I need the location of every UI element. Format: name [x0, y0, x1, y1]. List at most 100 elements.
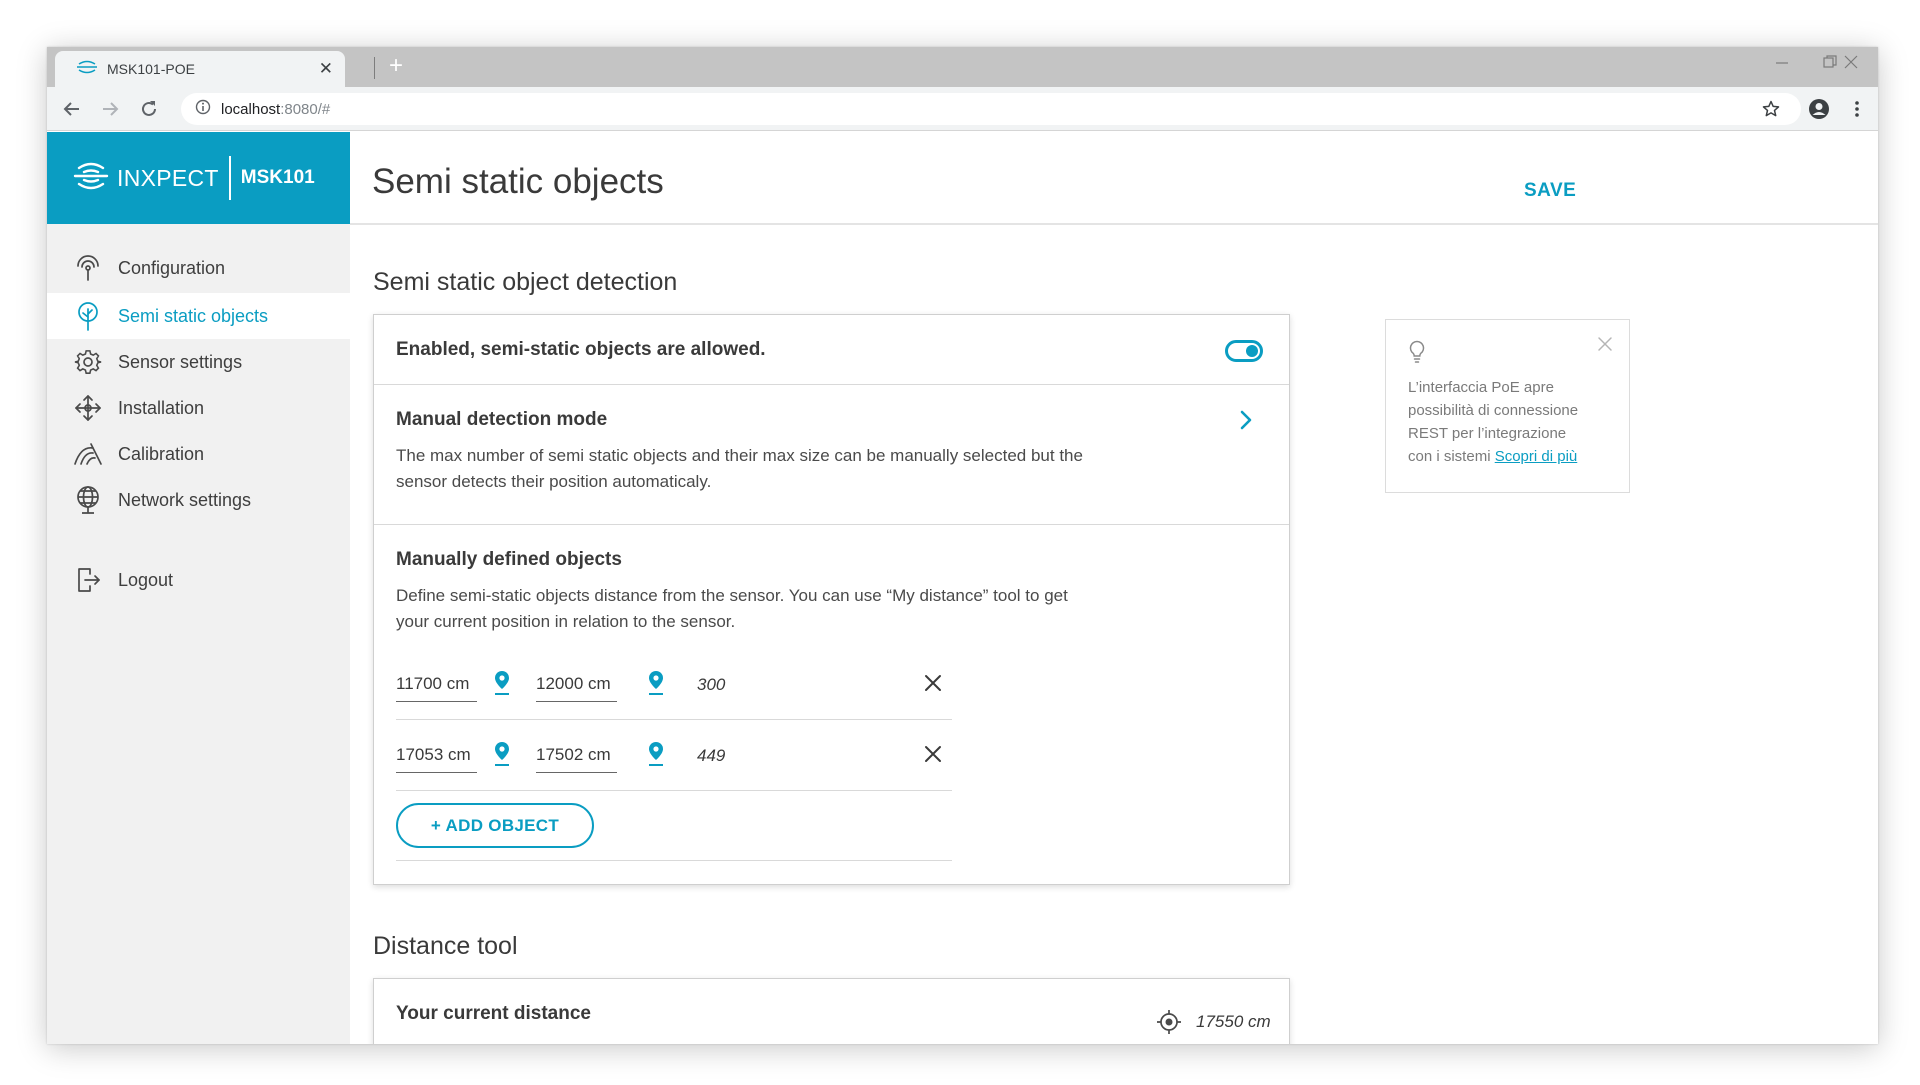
page-title: Semi static objects	[372, 162, 664, 201]
chevron-right-icon[interactable]	[1239, 409, 1253, 436]
object-row: 17053 cm 17502 cm 449	[396, 721, 952, 791]
minimize-icon[interactable]	[1775, 55, 1789, 74]
back-arrow-icon[interactable]	[60, 97, 84, 121]
info-icon[interactable]	[195, 99, 211, 120]
browser-tabstrip: MSK101-POE ✕ +	[47, 47, 1878, 87]
sidebar: Configuration Semi static objects Sensor…	[47, 224, 350, 1044]
manual-objects-title: Manually defined objects	[396, 549, 622, 570]
restore-icon[interactable]	[1823, 55, 1837, 74]
browser-toolbar: localhost:8080/#	[47, 87, 1878, 131]
tip-line: possibilità di connessione	[1408, 402, 1579, 419]
sidebar-item-network-settings[interactable]: Network settings	[47, 477, 350, 523]
section-title-distance-tool: Distance tool	[373, 932, 518, 960]
add-object-row: + ADD OBJECT	[396, 791, 952, 861]
sidebar-item-label: Network settings	[118, 489, 252, 510]
manual-mode-description: The max number of semi static objects an…	[396, 443, 1196, 495]
section-title-detection: Semi static object detection	[373, 268, 678, 296]
sidebar-item-label: Sensor settings	[118, 351, 243, 372]
manual-mode-description-line: sensor detects their position automatica…	[396, 472, 712, 491]
manual-objects-description-line: Define semi-static objects distance from…	[396, 586, 1068, 605]
object-size-value: 449	[697, 746, 726, 765]
toggle-knob	[1246, 345, 1258, 357]
add-object-button[interactable]: + ADD OBJECT	[396, 803, 594, 848]
manual-mode-description-line: The max number of semi static objects an…	[396, 446, 1083, 465]
sidebar-item-label: Calibration	[118, 443, 205, 464]
reload-icon[interactable]	[137, 97, 161, 121]
tab-close-icon[interactable]: ✕	[319, 59, 333, 79]
profile-avatar-icon[interactable]	[1807, 97, 1831, 121]
tip-line-last: con i sistemi Scopri di più	[1408, 445, 1613, 468]
tip-line: REST per l’integrazione	[1408, 425, 1567, 442]
location-pin-icon[interactable]	[646, 741, 666, 767]
tip-text: L’interfaccia PoE apre possibilità di co…	[1408, 376, 1613, 468]
location-pin-icon[interactable]	[492, 741, 512, 767]
tab-title: MSK101-POE	[107, 61, 195, 77]
sidebar-item-label: Semi static objects	[118, 305, 269, 326]
brand-name: INXPECT	[117, 164, 219, 191]
delete-close-icon[interactable]	[924, 674, 944, 694]
application: INXPECT MSK101 Configuration Semi static…	[47, 132, 1878, 1044]
sidebar-item-calibration[interactable]: Calibration	[47, 431, 350, 477]
bookmark-star-icon[interactable]	[1759, 97, 1783, 121]
object-start-input[interactable]: 17053 cm	[396, 743, 477, 773]
gear-icon	[73, 347, 103, 377]
manual-objects-description-line: your current position in relation to the…	[396, 612, 736, 631]
learn-more-link[interactable]: Scopri di più	[1495, 448, 1578, 465]
current-distance-value: 17550 cm	[1196, 1012, 1271, 1031]
globe-icon	[73, 485, 103, 515]
antenna-icon	[73, 253, 103, 283]
object-size-value: 300	[697, 675, 726, 694]
sidebar-item-label: Configuration	[118, 257, 226, 278]
sidebar-item-label: Logout	[118, 569, 174, 590]
inxpect-logo-icon	[73, 161, 109, 196]
sidebar-item-label: Installation	[118, 397, 205, 418]
screenshot-stage: MSK101-POE ✕ + localhost:8080/# INXPECT…	[0, 0, 1920, 1085]
inxpect-logo-icon	[77, 60, 97, 79]
move-arrows-icon	[73, 393, 103, 423]
manual-mode-row[interactable]: Manual detection mode The max number of …	[374, 385, 1289, 525]
object-row: 11700 cm 12000 cm 300	[396, 650, 952, 720]
brand-model: MSK101	[240, 167, 315, 188]
enabled-toggle[interactable]	[1225, 340, 1263, 362]
manual-objects-section: Manually defined objects Define semi-sta…	[374, 525, 1289, 884]
url-path: :8080/#	[280, 100, 331, 118]
sidebar-item-semi-static-objects[interactable]: Semi static objects	[47, 293, 350, 339]
brand-divider	[228, 156, 231, 200]
enabled-label: Enabled, semi-static objects are allowed…	[396, 339, 766, 360]
lightbulb-icon	[1408, 340, 1426, 369]
sidebar-item-configuration[interactable]: Configuration	[47, 245, 350, 291]
manual-mode-title: Manual detection mode	[396, 409, 608, 430]
browser-window: MSK101-POE ✕ + localhost:8080/# INXPECT…	[47, 47, 1878, 1044]
sidebar-item-sensor-settings[interactable]: Sensor settings	[47, 339, 350, 385]
sidebar-item-installation[interactable]: Installation	[47, 385, 350, 431]
logout-icon	[73, 565, 103, 595]
sidebar-item-logout[interactable]: Logout	[47, 557, 350, 603]
distance-tool-card: Your current distance 17550 cm	[373, 978, 1290, 1044]
page-header: Semi static objects SAVE	[350, 132, 1878, 225]
window-close-icon[interactable]	[1844, 55, 1858, 74]
delete-close-icon[interactable]	[924, 745, 944, 765]
location-pin-icon[interactable]	[646, 670, 666, 696]
brand-header[interactable]: INXPECT MSK101	[47, 132, 350, 224]
tip-panel: L’interfaccia PoE apre possibilità di co…	[1385, 319, 1630, 493]
save-button[interactable]: SAVE	[1524, 180, 1576, 202]
tip-line: L’interfaccia PoE apre	[1408, 379, 1554, 396]
object-end-input[interactable]: 17502 cm	[536, 743, 617, 773]
browser-tab[interactable]: MSK101-POE ✕	[55, 51, 345, 87]
crosshair-target-icon[interactable]	[1156, 1009, 1182, 1040]
manual-objects-description: Define semi-static objects distance from…	[396, 583, 1196, 635]
location-pin-icon[interactable]	[492, 670, 512, 696]
menu-dots-icon[interactable]	[1845, 97, 1869, 121]
enabled-row: Enabled, semi-static objects are allowed…	[374, 315, 1289, 385]
forward-arrow-icon[interactable]	[98, 97, 122, 121]
new-tab-button[interactable]: +	[389, 52, 403, 80]
tip-close-icon[interactable]	[1597, 336, 1613, 357]
calibration-icon	[73, 439, 103, 469]
tree-icon	[73, 301, 103, 331]
detection-card: Enabled, semi-static objects are allowed…	[373, 314, 1290, 885]
tip-line-prefix: con i sistemi	[1408, 448, 1495, 465]
address-bar[interactable]: localhost:8080/#	[181, 93, 1801, 125]
url-host: localhost	[221, 100, 281, 118]
object-end-input[interactable]: 12000 cm	[536, 672, 617, 702]
object-start-input[interactable]: 11700 cm	[396, 672, 477, 702]
